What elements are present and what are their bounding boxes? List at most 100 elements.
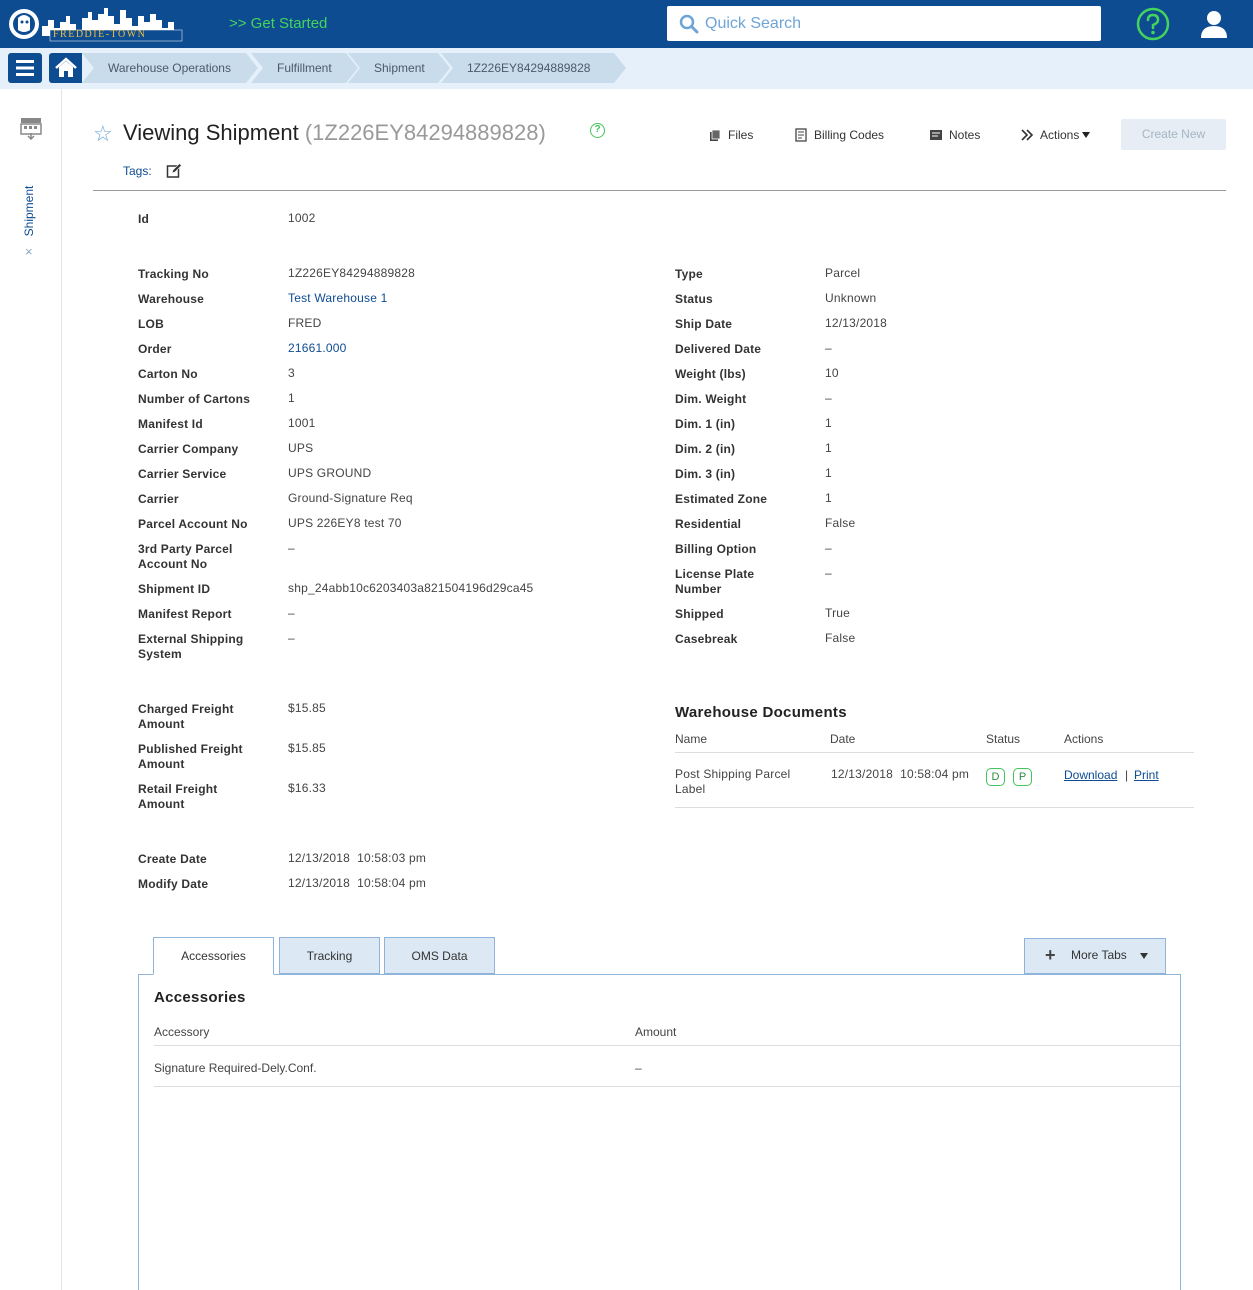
action-separator: |	[1125, 768, 1129, 782]
quick-search-box	[667, 6, 1101, 41]
field-label-manifest-id: Manifest Id	[138, 417, 203, 431]
field-label-lob: LOB	[138, 317, 164, 331]
accessories-panel: Accessories Accessory Amount Signature R…	[138, 974, 1181, 1290]
field-label-carrier: Carrier	[138, 492, 179, 506]
field-value-carton-no: 3	[288, 366, 295, 380]
field-label-license-plate-number: License Plate Number	[675, 567, 755, 596]
acc-row-divider	[154, 1086, 1180, 1087]
acc-header-divider	[154, 1045, 1180, 1046]
field-label-residential: Residential	[675, 517, 742, 531]
wd-column-status: Status	[986, 732, 1021, 746]
field-value-delivered-date: –	[825, 341, 832, 355]
notes-icon	[930, 130, 942, 140]
warehouse-icon[interactable]	[20, 116, 42, 140]
tab-tracking[interactable]: Tracking	[279, 937, 380, 974]
breadcrumb-fulfillment[interactable]: Fulfillment	[251, 53, 358, 83]
field-value-estimated-zone: 1	[825, 491, 832, 505]
warehouse-link[interactable]: Test Warehouse 1	[288, 291, 387, 306]
field-value-number-of-cartons: 1	[288, 391, 295, 405]
field-label-id: Id	[138, 212, 150, 226]
field-value-parcel-account-no: UPS 226EY8 test 70	[288, 516, 402, 530]
page-title: Viewing Shipment (1Z226EY84294889828)	[123, 120, 546, 146]
edit-tags-icon[interactable]	[166, 163, 182, 179]
more-tabs-label: More Tabs	[1071, 948, 1127, 962]
print-link[interactable]: Print	[1134, 768, 1159, 782]
help-icon[interactable]	[1136, 7, 1170, 41]
field-label-charged-freight: Charged Freight Amount	[138, 702, 234, 731]
double-chevron-right-icon	[1021, 129, 1034, 141]
field-value-create-date: 12/13/2018 10:58:03 pm	[288, 851, 427, 865]
get-started-link[interactable]: >> Get Started	[229, 15, 327, 32]
field-value-ship-date: 12/13/2018	[825, 316, 888, 330]
field-value-tracking-no: 1Z226EY84294889828	[288, 266, 416, 280]
plus-icon: +	[1045, 945, 1056, 965]
field-label-ship-date: Ship Date	[675, 317, 733, 331]
quick-search-input[interactable]	[705, 6, 1095, 41]
caret-down-icon	[1082, 132, 1091, 138]
files-button[interactable]: Files	[708, 126, 753, 144]
acc-column-amount: Amount	[635, 1025, 677, 1039]
top-navbar: FREDDIE-TOWN >> Get Started	[0, 0, 1253, 48]
field-label-dim-weight: Dim. Weight	[675, 392, 747, 406]
field-label-delivered-date: Delivered Date	[675, 342, 762, 356]
close-icon[interactable]: ×	[25, 244, 33, 259]
field-value-carrier: Ground-Signature Req	[288, 491, 413, 505]
breadcrumb-shipment[interactable]: Shipment	[348, 53, 450, 83]
field-label-tracking-no: Tracking No	[138, 267, 209, 281]
field-label-billing-option: Billing Option	[675, 542, 757, 556]
actions-dropdown[interactable]: Actions	[1020, 126, 1091, 144]
notes-button[interactable]: Notes	[929, 126, 980, 144]
field-label-parcel-account-no: Parcel Account No	[138, 517, 248, 531]
billing-codes-button[interactable]: Billing Codes	[794, 126, 884, 144]
field-value-manifest-report: –	[288, 606, 295, 620]
field-value-casebreak: False	[825, 631, 856, 645]
field-label-carrier-company: Carrier Company	[138, 442, 239, 456]
field-label-create-date: Create Date	[138, 852, 207, 866]
freddie-town-logo[interactable]: FREDDIE-TOWN	[6, 4, 192, 44]
field-value-residential: False	[825, 516, 856, 530]
files-icon	[710, 129, 721, 141]
field-label-published-freight: Published Freight Amount	[138, 742, 243, 771]
tab-accessories[interactable]: Accessories	[153, 937, 274, 975]
field-label-external-shipping-system: External Shipping System	[138, 632, 244, 661]
wd-row-divider	[675, 807, 1194, 808]
order-link[interactable]: 21661.000	[288, 341, 347, 356]
field-label-status: Status	[675, 292, 713, 306]
field-value-shipment-id: shp_24abb10c6203403a821504196d29ca45	[288, 581, 534, 595]
field-label-carrier-service: Carrier Service	[138, 467, 227, 481]
field-label-weight: Weight (lbs)	[675, 367, 746, 381]
menu-button[interactable]	[8, 53, 42, 83]
field-value-dim-3: 1	[825, 466, 832, 480]
status-badge-d: D	[986, 768, 1005, 786]
field-label-shipment-id: Shipment ID	[138, 582, 211, 596]
favorite-star-icon[interactable]: ☆	[93, 121, 113, 147]
field-value-modify-date: 12/13/2018 10:58:04 pm	[288, 876, 427, 890]
logo-text: FREDDIE-TOWN	[53, 29, 147, 40]
field-value-weight: 10	[825, 366, 839, 380]
billing-codes-icon	[795, 128, 807, 142]
home-button[interactable]	[49, 53, 83, 83]
download-link[interactable]: Download	[1064, 768, 1117, 782]
field-value-status: Unknown	[825, 291, 877, 305]
acc-row-amount: –	[635, 1061, 642, 1075]
breadcrumb-warehouse-operations[interactable]: Warehouse Operations	[82, 53, 258, 83]
wd-header-divider	[675, 752, 1194, 753]
field-label-modify-date: Modify Date	[138, 877, 209, 891]
status-badge-p: P	[1013, 768, 1032, 786]
field-value-carrier-service: UPS GROUND	[288, 466, 372, 480]
field-label-estimated-zone: Estimated Zone	[675, 492, 768, 506]
more-tabs-dropdown[interactable]: + More Tabs	[1024, 938, 1166, 974]
user-profile-icon[interactable]	[1199, 8, 1229, 40]
title-help-icon[interactable]: ?	[590, 123, 605, 138]
wd-row-name: Post Shipping Parcel Label	[675, 767, 791, 796]
field-value-license-plate-number: –	[825, 566, 832, 580]
field-value-retail-freight: $16.33	[288, 781, 326, 795]
field-value-carrier-company: UPS	[288, 441, 314, 455]
field-label-retail-freight: Retail Freight Amount	[138, 782, 218, 811]
field-label-type: Type	[675, 267, 703, 281]
field-label-warehouse: Warehouse	[138, 292, 205, 306]
wd-column-date: Date	[830, 732, 856, 746]
tab-oms-data[interactable]: OMS Data	[384, 937, 495, 974]
field-label-casebreak: Casebreak	[675, 632, 738, 646]
create-new-button[interactable]: Create New	[1121, 119, 1226, 150]
